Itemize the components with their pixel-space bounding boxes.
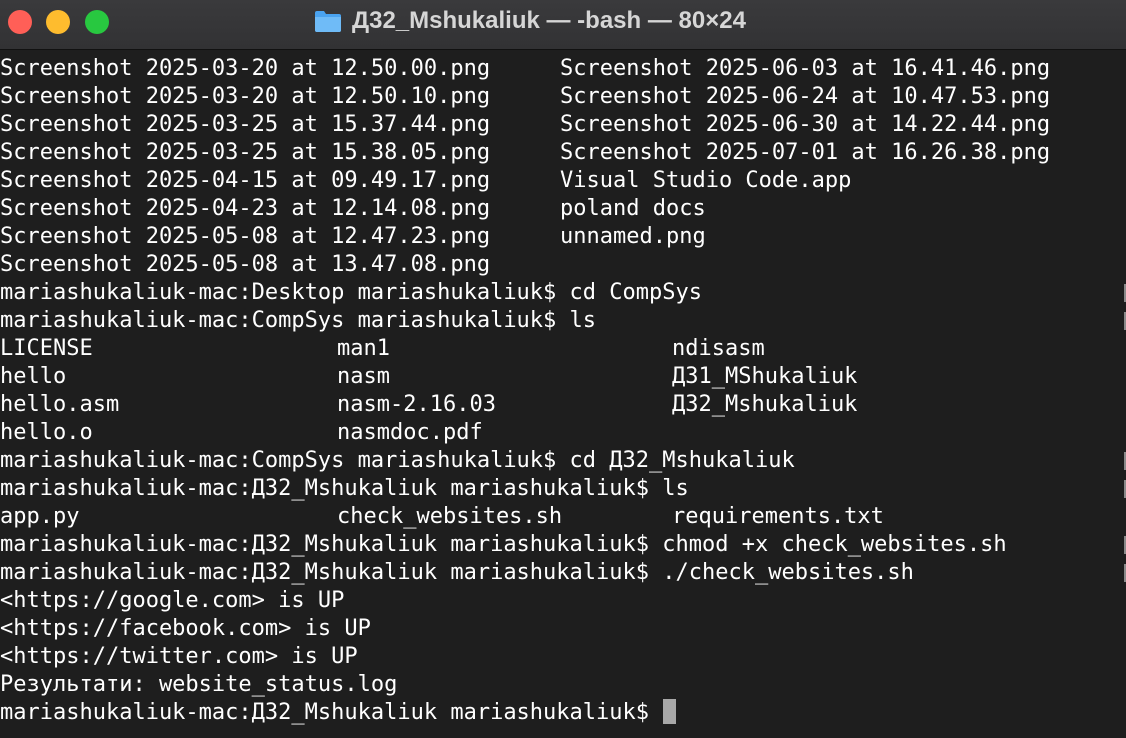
zoom-button[interactable] (85, 10, 109, 34)
file-name: nasm-2.16.03 (337, 392, 496, 417)
file-name: LICENSE (0, 336, 93, 361)
command-line: mariashukaliuk-mac:Desktop mariashukaliu… (0, 279, 1126, 307)
file-name: Screenshot 2025-03-20 at 12.50.10.png (0, 84, 491, 109)
text-cursor (663, 699, 677, 724)
file-name: hello (0, 364, 67, 389)
command-line: mariashukaliuk-mac:Д32_Mshukaliuk marias… (0, 559, 1126, 587)
command-text: mariashukaliuk-mac:CompSys mariashukaliu… (0, 448, 795, 473)
command-text: mariashukaliuk-mac:Д32_Mshukaliuk marias… (0, 476, 689, 501)
list-item: Screenshot 2025-05-08 at 12.47.23.png un… (0, 223, 1126, 251)
file-name: requirements.txt (672, 504, 884, 529)
prompt-wrapper[interactable]: mariashukaliuk-mac:Д32_Mshukaliuk marias… (0, 699, 677, 727)
folder-icon (315, 11, 341, 32)
file-name: Screenshot 2025-05-08 at 12.47.23.png (0, 224, 491, 249)
close-button[interactable] (8, 10, 32, 34)
list-item: LICENSE man1 ndisasm (0, 335, 1126, 363)
file-name: Д32_Mshukaliuk (672, 392, 858, 417)
file-name: Screenshot 2025-04-15 at 09.49.17.png (0, 168, 491, 193)
file-name: Screenshot 2025-07-01 at 16.26.38.png (560, 140, 1051, 165)
output-text: Результати: website_status.log (0, 672, 398, 697)
file-name: Screenshot 2025-06-30 at 14.22.44.png (560, 112, 1051, 137)
output-text: <https://google.com> is UP (0, 588, 345, 613)
output-text: <https://twitter.com> is UP (0, 644, 358, 669)
list-item: hello.o nasmdoc.pdf (0, 419, 1126, 447)
file-name: Screenshot 2025-06-03 at 16.41.46.png (560, 56, 1051, 81)
command-text: mariashukaliuk-mac:Д32_Mshukaliuk marias… (0, 560, 914, 585)
output-line: <https://twitter.com> is UP (0, 643, 1126, 671)
command-line: mariashukaliuk-mac:Д32_Mshukaliuk marias… (0, 475, 1126, 503)
file-name: hello.o (0, 420, 93, 445)
file-name: poland docs (560, 196, 706, 221)
list-item: Screenshot 2025-03-20 at 12.50.00.png Sc… (0, 55, 1126, 83)
terminal-output[interactable]: Screenshot 2025-03-20 at 12.50.00.png Sc… (0, 55, 1126, 738)
output-line: <https://google.com> is UP (0, 587, 1126, 615)
file-name: Screenshot 2025-06-24 at 10.47.53.png (560, 84, 1051, 109)
file-name: Screenshot 2025-03-25 at 15.38.05.png (0, 140, 491, 165)
terminal-window: Д32_Mshukaliuk — -bash — 80×24 Screensho… (0, 0, 1126, 738)
file-name: Screenshot 2025-05-08 at 13.47.08.png (0, 252, 491, 277)
file-name: nasmdoc.pdf (337, 420, 483, 445)
list-item: Screenshot 2025-03-25 at 15.37.44.png Sc… (0, 111, 1126, 139)
list-item: Screenshot 2025-03-20 at 12.50.10.png Sc… (0, 83, 1126, 111)
command-text: mariashukaliuk-mac:Desktop mariashukaliu… (0, 280, 702, 305)
prompt-line[interactable]: mariashukaliuk-mac:Д32_Mshukaliuk marias… (0, 699, 1126, 727)
list-item: Screenshot 2025-04-23 at 12.14.08.png po… (0, 195, 1126, 223)
list-item: Screenshot 2025-05-08 at 13.47.08.png (0, 251, 1126, 279)
output-text: <https://facebook.com> is UP (0, 616, 371, 641)
file-name: Visual Studio Code.app (560, 168, 852, 193)
command-line: mariashukaliuk-mac:CompSys mariashukaliu… (0, 447, 1126, 475)
file-name: Screenshot 2025-03-20 at 12.50.00.png (0, 56, 491, 81)
file-name: app.py (0, 504, 80, 529)
file-name: Д31_MShukaliuk (672, 364, 858, 389)
output-line: <https://facebook.com> is UP (0, 615, 1126, 643)
minimize-button[interactable] (46, 10, 70, 34)
list-item: hello nasm Д31_MShukaliuk (0, 363, 1126, 391)
list-item: Screenshot 2025-03-25 at 15.38.05.png Sc… (0, 139, 1126, 167)
file-name: ndisasm (672, 336, 765, 361)
command-line: mariashukaliuk-mac:Д32_Mshukaliuk marias… (0, 531, 1126, 559)
window-title: Д32_Mshukaliuk — -bash — 80×24 (352, 7, 746, 34)
command-text: mariashukaliuk-mac:CompSys mariashukaliu… (0, 308, 597, 333)
command-line: mariashukaliuk-mac:CompSys mariashukaliu… (0, 307, 1126, 335)
file-name: unnamed.png (560, 224, 706, 249)
file-name: Screenshot 2025-04-23 at 12.14.08.png (0, 196, 491, 221)
list-item: hello.asm nasm-2.16.03 Д32_Mshukaliuk (0, 391, 1126, 419)
window-title-group: Д32_Mshukaliuk — -bash — 80×24 (314, 7, 746, 35)
list-item: app.py check_websites.sh requirements.tx… (0, 503, 1126, 531)
file-name: hello.asm (0, 392, 120, 417)
title-bar[interactable]: Д32_Mshukaliuk — -bash — 80×24 (0, 0, 1126, 50)
file-name: check_websites.sh (337, 504, 563, 529)
list-item: Screenshot 2025-04-15 at 09.49.17.png Vi… (0, 167, 1126, 195)
file-name: man1 (337, 336, 390, 361)
file-name: Screenshot 2025-03-25 at 15.37.44.png (0, 112, 491, 137)
prompt-text: mariashukaliuk-mac:Д32_Mshukaliuk marias… (0, 700, 663, 725)
file-name: nasm (337, 364, 390, 389)
command-text: mariashukaliuk-mac:Д32_Mshukaliuk marias… (0, 532, 1007, 557)
output-line: Результати: website_status.log (0, 671, 1126, 699)
